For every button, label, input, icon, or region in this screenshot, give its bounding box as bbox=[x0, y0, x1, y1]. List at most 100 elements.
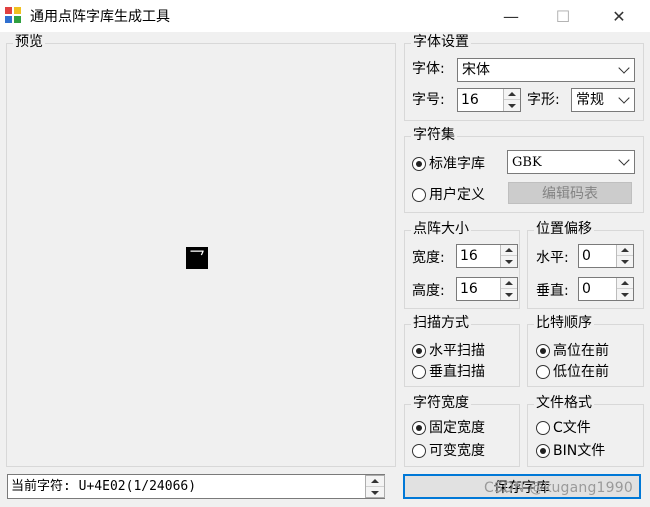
c-file-label: C文件 bbox=[553, 420, 591, 436]
arrow-up-icon bbox=[371, 479, 379, 483]
width-stepper[interactable]: 16 bbox=[456, 244, 518, 268]
spin-down-button[interactable] bbox=[617, 289, 633, 300]
preview-title: 预览 bbox=[13, 33, 45, 51]
maximize-button[interactable]: ☐ bbox=[540, 0, 586, 32]
radio-icon bbox=[412, 444, 426, 458]
radio-bin-file[interactable]: BIN文件 bbox=[536, 442, 605, 460]
edit-code-table-label: 编辑码表 bbox=[542, 186, 598, 202]
char-scroll-stepper[interactable] bbox=[363, 475, 385, 499]
close-icon: ✕ bbox=[612, 6, 626, 26]
height-label: 高度: bbox=[412, 283, 445, 299]
app-icon bbox=[5, 7, 21, 23]
spin-up-button[interactable] bbox=[617, 278, 633, 289]
font-select[interactable]: 宋体 bbox=[457, 58, 635, 82]
radio-c-file[interactable]: C文件 bbox=[536, 419, 591, 437]
radio-icon bbox=[412, 365, 426, 379]
arrow-down-icon bbox=[621, 292, 629, 297]
arrow-down-icon bbox=[621, 259, 629, 264]
vertical-scan-label: 垂直扫描 bbox=[429, 364, 485, 380]
horizontal-offset-value: 0 bbox=[582, 248, 591, 264]
horizontal-offset-stepper[interactable]: 0 bbox=[578, 244, 634, 268]
font-label: 字体: bbox=[412, 61, 445, 77]
bit-order-title: 比特顺序 bbox=[534, 314, 594, 332]
spin-down-button[interactable] bbox=[617, 256, 633, 267]
radio-icon bbox=[536, 421, 550, 435]
radio-lsb-first[interactable]: 低位在前 bbox=[536, 363, 609, 381]
spin-up-button[interactable] bbox=[504, 89, 520, 100]
edit-code-table-button[interactable]: 编辑码表 bbox=[508, 182, 632, 204]
radio-icon bbox=[412, 188, 426, 202]
radio-icon bbox=[412, 344, 426, 358]
radio-user-charset[interactable]: 用户定义 bbox=[412, 186, 485, 204]
arrow-down-icon bbox=[505, 292, 513, 297]
arrow-down-icon bbox=[508, 103, 516, 108]
lsb-first-label: 低位在前 bbox=[553, 364, 609, 380]
spin-up-button[interactable] bbox=[501, 278, 517, 289]
size-label: 字号: bbox=[412, 92, 445, 108]
horizontal-scan-label: 水平扫描 bbox=[429, 343, 485, 359]
arrow-up-icon bbox=[508, 92, 516, 96]
arrow-up-icon bbox=[621, 248, 629, 252]
spin-down-button[interactable] bbox=[501, 256, 517, 267]
radio-icon bbox=[412, 157, 426, 171]
file-format-title: 文件格式 bbox=[534, 394, 594, 412]
radio-msb-first[interactable]: 高位在前 bbox=[536, 342, 609, 360]
charset-select[interactable]: GBK bbox=[507, 150, 635, 174]
chevron-down-icon bbox=[618, 62, 630, 74]
spin-up-button[interactable] bbox=[501, 245, 517, 256]
watermark-text: CSDN @kugang1990 bbox=[484, 480, 633, 496]
char-width-title: 字符宽度 bbox=[411, 394, 471, 412]
spin-up-button[interactable] bbox=[617, 245, 633, 256]
size-value: 16 bbox=[461, 92, 479, 108]
vertical-label: 垂直: bbox=[536, 283, 569, 299]
fixed-width-label: 固定宽度 bbox=[429, 420, 485, 436]
arrow-up-icon bbox=[505, 281, 513, 285]
variable-width-label: 可变宽度 bbox=[429, 443, 485, 459]
window-title: 通用点阵字库生成工具 bbox=[30, 9, 170, 25]
close-button[interactable]: ✕ bbox=[596, 0, 642, 32]
minimize-button[interactable]: — bbox=[488, 0, 534, 32]
title-bar: 通用点阵字库生成工具 — ☐ ✕ bbox=[0, 0, 650, 32]
spin-down-button[interactable] bbox=[504, 100, 520, 111]
next-char-button[interactable] bbox=[366, 487, 384, 498]
radio-variable-width[interactable]: 可变宽度 bbox=[412, 442, 485, 460]
radio-icon bbox=[536, 344, 550, 358]
style-select[interactable]: 常规 bbox=[571, 88, 635, 112]
chevron-down-icon bbox=[618, 92, 630, 104]
vertical-offset-value: 0 bbox=[582, 281, 591, 297]
radio-icon bbox=[412, 421, 426, 435]
height-value: 16 bbox=[460, 281, 478, 297]
style-label: 字形: bbox=[527, 92, 560, 108]
radio-vertical-scan[interactable]: 垂直扫描 bbox=[412, 363, 485, 381]
arrow-down-icon bbox=[371, 490, 379, 495]
width-value: 16 bbox=[460, 248, 478, 264]
arrow-up-icon bbox=[505, 248, 513, 252]
scan-mode-title: 扫描方式 bbox=[411, 314, 471, 332]
spin-down-button[interactable] bbox=[501, 289, 517, 300]
offset-title: 位置偏移 bbox=[534, 220, 594, 238]
current-char-field: 当前字符: U+4E02(1/24066) bbox=[7, 474, 385, 499]
height-stepper[interactable]: 16 bbox=[456, 277, 518, 301]
style-value: 常规 bbox=[576, 92, 604, 108]
preview-glyph: 乛 bbox=[186, 247, 208, 269]
radio-icon bbox=[536, 365, 550, 379]
horizontal-label: 水平: bbox=[536, 250, 569, 266]
bin-file-label: BIN文件 bbox=[553, 443, 606, 459]
dot-size-title: 点阵大小 bbox=[411, 220, 471, 238]
arrow-up-icon bbox=[621, 281, 629, 285]
font-value: 宋体 bbox=[462, 62, 490, 78]
radio-fixed-width[interactable]: 固定宽度 bbox=[412, 419, 485, 437]
radio-horizontal-scan[interactable]: 水平扫描 bbox=[412, 342, 485, 360]
vertical-offset-stepper[interactable]: 0 bbox=[578, 277, 634, 301]
minimize-icon: — bbox=[503, 6, 519, 26]
radio-standard-charset[interactable]: 标准字库 bbox=[412, 155, 485, 173]
standard-charset-label: 标准字库 bbox=[429, 156, 485, 172]
user-charset-label: 用户定义 bbox=[429, 187, 485, 203]
font-settings-title: 字体设置 bbox=[411, 33, 471, 51]
arrow-down-icon bbox=[505, 259, 513, 264]
msb-first-label: 高位在前 bbox=[553, 343, 609, 359]
width-label: 宽度: bbox=[412, 250, 445, 266]
prev-char-button[interactable] bbox=[366, 476, 384, 487]
size-stepper[interactable]: 16 bbox=[457, 88, 521, 112]
chevron-down-icon bbox=[618, 154, 630, 166]
